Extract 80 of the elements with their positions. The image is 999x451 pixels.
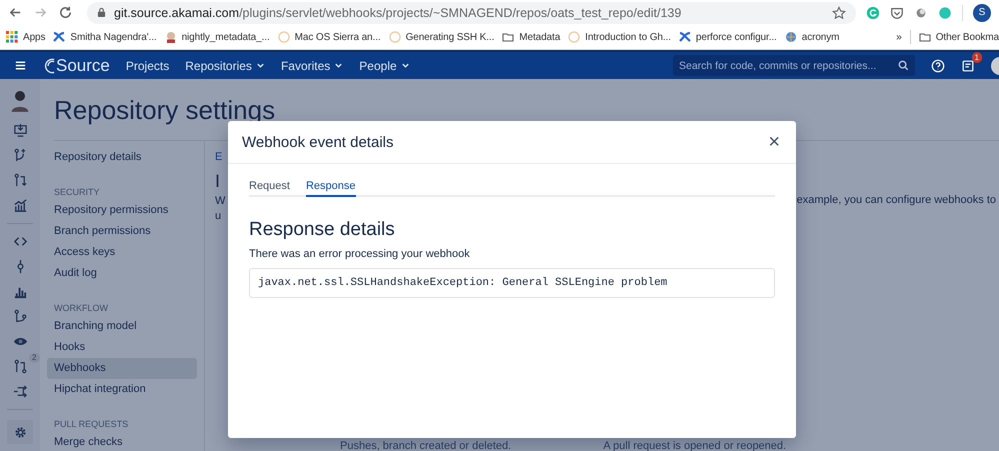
sidebar-item[interactable]: Branching model xyxy=(47,316,197,337)
download-icon[interactable] xyxy=(12,123,28,138)
event-description: A pull request is opened or reopened. xyxy=(603,440,786,451)
settings-button[interactable] xyxy=(7,420,33,444)
pull-request-icon[interactable] xyxy=(12,359,28,374)
bookmark[interactable]: perforce configur... xyxy=(678,31,777,43)
count-badge: 2 xyxy=(29,353,40,363)
description-text: W xyxy=(215,194,226,209)
profile-avatar[interactable]: S xyxy=(973,4,991,22)
tab[interactable]: Response xyxy=(306,176,356,197)
settings-icon xyxy=(12,424,28,440)
fork-icon[interactable] xyxy=(12,309,28,324)
folder-icon xyxy=(918,31,931,43)
branch-plus-icon[interactable] xyxy=(12,148,28,163)
page-circle-icon xyxy=(278,31,290,43)
sidebar-item[interactable]: Merge checks xyxy=(47,432,197,451)
swoosh-icon xyxy=(43,56,55,74)
pocket-icon[interactable] xyxy=(890,6,904,20)
event-description: Pushes, branch created or deleted. xyxy=(340,440,512,451)
bookmark[interactable]: Generating SSH K... xyxy=(388,31,494,43)
description-text: u xyxy=(215,209,222,224)
address-bar[interactable]: git.source.akamai.com/plugins/servlet/webhooks/projects/~SMNAGEND/repos/oats_test_repo/edit/139 xyxy=(87,2,856,24)
search-icon xyxy=(898,60,909,71)
lock-icon xyxy=(97,7,106,18)
sidebar-item[interactable]: Access keys xyxy=(47,242,197,263)
chevron-down-icon xyxy=(400,61,410,70)
breadcrumb-link[interactable]: E xyxy=(215,151,222,163)
section-label: WORKFLOW xyxy=(54,303,109,313)
sidebar-item[interactable]: Audit log xyxy=(47,263,197,284)
nav-menu[interactable]: Favorites xyxy=(280,58,344,72)
page-circle-icon xyxy=(388,31,401,43)
bookmark[interactable]: Smitha Nagendra'... xyxy=(53,31,157,43)
bookmark[interactable]: Metadata xyxy=(502,31,560,43)
menu-icon[interactable] xyxy=(14,59,27,72)
pull-request-icon[interactable] xyxy=(12,173,28,188)
help-icon[interactable] xyxy=(931,58,945,72)
cross-logo-icon xyxy=(678,31,691,43)
bookmark[interactable]: Introduction to Gh... xyxy=(568,31,671,43)
compare-icon[interactable] xyxy=(12,384,28,399)
folder-icon xyxy=(502,31,514,43)
chevron-down-icon xyxy=(334,61,344,70)
section-label: SECURITY xyxy=(54,187,101,197)
response-heading: Response details xyxy=(249,219,396,241)
logo[interactable]: Source xyxy=(43,56,110,76)
description-text: example, you can configure webhooks to xyxy=(796,194,997,208)
section-label: PULL REQUESTS xyxy=(54,419,130,429)
sidebar-item[interactable]: Hooks xyxy=(47,337,197,358)
apps-grid-icon xyxy=(6,31,18,43)
url-text: git.source.akamai.com/plugins/servlet/webhooks/projects/~SMNAGEND/repos/oats_test_repo/edit/139 xyxy=(114,6,682,20)
bookmark[interactable]: acronym xyxy=(784,31,840,43)
sidebar-item[interactable]: Hipchat integration xyxy=(47,379,197,400)
bookmark[interactable]: nightly_metadata_... xyxy=(164,31,270,43)
extension-icon[interactable] xyxy=(914,6,928,20)
search-field[interactable]: Search for code, commits or repositories... xyxy=(673,55,915,76)
reload-icon[interactable] xyxy=(58,5,73,20)
bookmark[interactable]: Apps xyxy=(6,31,46,43)
nav-menu[interactable]: Repositories xyxy=(185,58,265,72)
star-icon[interactable] xyxy=(832,6,846,20)
nav-menu[interactable]: Projects xyxy=(126,58,170,72)
nav-menu[interactable]: People xyxy=(359,58,410,72)
chevron-down-icon xyxy=(256,61,265,70)
sidebar-item[interactable]: Repository permissions xyxy=(47,200,197,221)
error-message: There was an error processing your webhook xyxy=(249,248,471,260)
chart-line-icon[interactable] xyxy=(12,198,28,213)
more-bookmarks-button[interactable]: » xyxy=(896,32,902,42)
logo-text: Source xyxy=(56,56,110,76)
globe-icon xyxy=(784,31,797,43)
sidebar-item[interactable]: Webhooks xyxy=(47,358,197,379)
sidebar-item[interactable]: Branch permissions xyxy=(47,221,197,242)
bookmark[interactable]: Mac OS Sierra an... xyxy=(278,31,381,43)
code-output: javax.net.ssl.SSLHandshakeException: General SSLEngine problem xyxy=(249,268,775,298)
notification-badge: 1 xyxy=(972,52,982,62)
page-circle-icon xyxy=(568,31,580,43)
bookmark[interactable]: Other Bookma xyxy=(918,31,999,43)
sidebar-item[interactable]: Repository details xyxy=(47,147,197,168)
section-heading: I xyxy=(215,171,220,192)
cross-logo-icon xyxy=(53,31,66,43)
avatar-icon[interactable] xyxy=(10,89,30,113)
inbox-icon[interactable] xyxy=(961,58,975,72)
tab[interactable]: Request xyxy=(249,176,290,197)
